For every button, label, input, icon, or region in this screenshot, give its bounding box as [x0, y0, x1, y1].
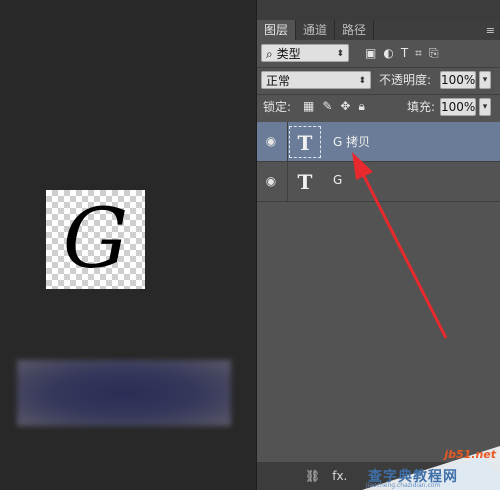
annotation-arrow-head — [352, 152, 373, 180]
annotation-arrow-shaft — [360, 171, 448, 339]
watermark: 查字典教程网 jb51.net jiaocheng.chazidian.com — [362, 446, 500, 490]
annotation-arrow — [352, 152, 448, 339]
watermark-subtitle: jiaocheng.chazidian.com — [366, 482, 441, 489]
watermark-url: jb51.net — [444, 448, 496, 461]
